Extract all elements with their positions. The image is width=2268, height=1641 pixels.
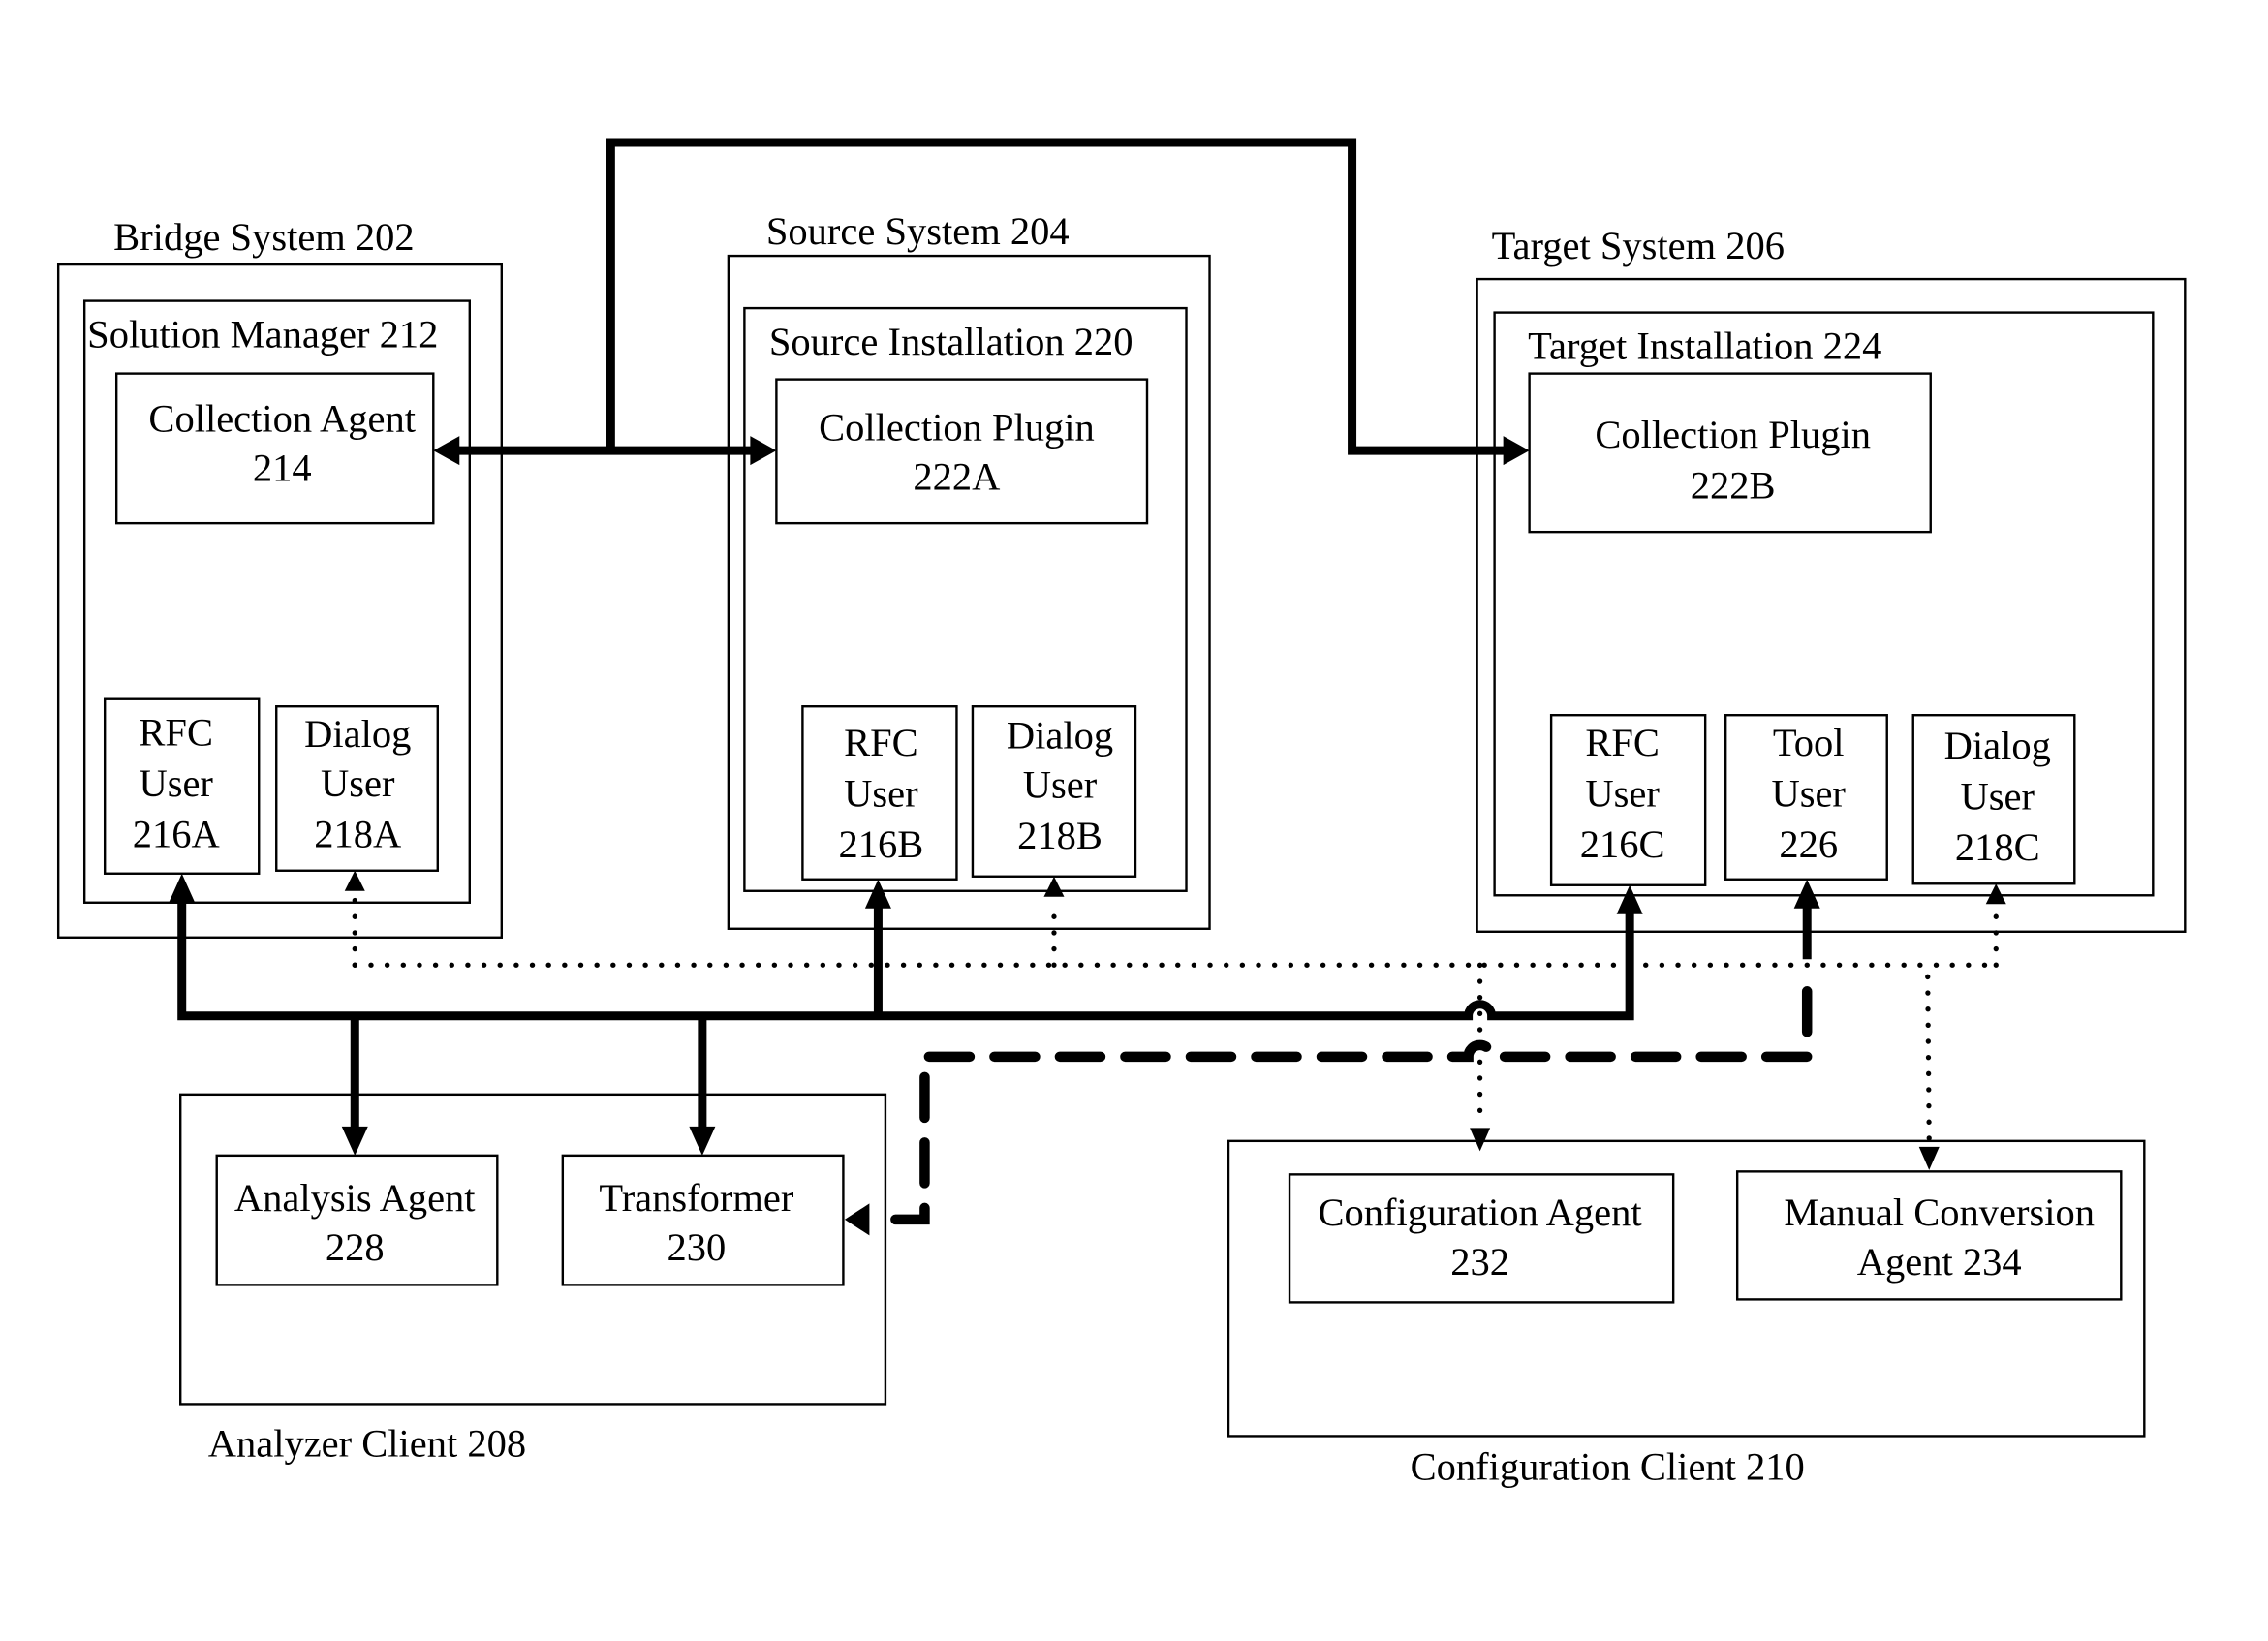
system-diagram: Bridge System 202 Solution Manager 212 C… — [56, 138, 2187, 1488]
tool-user-226-line3: 226 — [1779, 822, 1838, 866]
rfc-user-216c-line3: 216C — [1580, 822, 1665, 866]
dialog-user-218c-line1: Dialog — [1944, 724, 2051, 767]
rfc-user-216a-line1: RFC — [139, 711, 213, 755]
rfc-user-216a-line3: 216A — [133, 813, 220, 856]
bridge-system-title: Bridge System 202 — [113, 215, 415, 259]
tool-user-226-line2: User — [1771, 772, 1846, 816]
dialog-user-218b-line3: 218B — [1017, 814, 1103, 857]
analysis-agent-label: Analysis Agent — [234, 1176, 476, 1220]
bridge-system: Bridge System 202 Solution Manager 212 C… — [56, 215, 504, 939]
rfc-user-216b-line1: RFC — [844, 721, 918, 764]
dialog-user-218a-line3: 218A — [314, 813, 401, 856]
analyzer-client: Analyzer Client 208 Analysis Agent 228 T… — [179, 1093, 887, 1465]
collection-plugin-222a-number: 222A — [913, 455, 1000, 499]
rfc-user-216c-line2: User — [1585, 772, 1660, 816]
dialog-user-218c-line3: 218C — [1955, 825, 2040, 869]
solution-manager-title: Solution Manager 212 — [87, 313, 438, 356]
analyzer-client-title: Analyzer Client 208 — [208, 1421, 526, 1465]
collection-agent-label: Collection Agent — [148, 397, 416, 441]
source-system: Source System 204 Source Installation 22… — [727, 209, 1211, 930]
collection-plugin-222a-box — [775, 378, 1149, 525]
transformer-label: Transformer — [599, 1176, 793, 1220]
rfc-user-216b-line2: User — [844, 772, 918, 816]
dotted-to-manual-conversion — [1925, 974, 1932, 1142]
dialog-user-218a-line1: Dialog — [304, 712, 411, 756]
tool-user-226-line1: Tool — [1773, 721, 1845, 764]
collection-plugin-222b-number: 222B — [1691, 464, 1776, 508]
dialog-user-218a-line2: User — [321, 761, 395, 805]
analysis-agent-number: 228 — [326, 1225, 385, 1269]
configuration-agent-number: 232 — [1450, 1240, 1509, 1284]
rfc-user-216b-line3: 216B — [839, 822, 924, 866]
transformer-number: 230 — [667, 1225, 726, 1269]
collection-plugin-222a-label: Collection Plugin — [819, 406, 1095, 449]
manual-conversion-agent-number: Agent 234 — [1857, 1240, 2022, 1284]
collection-plugin-222b-label: Collection Plugin — [1595, 413, 1871, 456]
rfc-user-216a-line2: User — [139, 761, 213, 805]
dialog-user-218b-line1: Dialog — [1007, 714, 1113, 758]
target-system: Target System 206 Target Installation 22… — [1476, 224, 2187, 933]
dialog-user-218b-line2: User — [1023, 763, 1098, 807]
configuration-client-title: Configuration Client 210 — [1411, 1444, 1805, 1488]
configuration-agent-label: Configuration Agent — [1319, 1191, 1643, 1234]
dialog-user-218c-line2: User — [1961, 775, 2035, 819]
rfc-user-216c-line1: RFC — [1585, 721, 1660, 764]
collection-agent-number: 214 — [253, 447, 312, 490]
source-installation-title: Source Installation 220 — [769, 320, 1134, 363]
target-system-title: Target System 206 — [1492, 224, 1785, 267]
target-installation-title: Target Installation 224 — [1528, 325, 1881, 368]
source-system-title: Source System 204 — [766, 209, 1070, 253]
manual-conversion-agent-label: Manual Conversion — [1784, 1191, 2095, 1234]
configuration-client: Configuration Client 210 Configuration A… — [1227, 1139, 2146, 1488]
